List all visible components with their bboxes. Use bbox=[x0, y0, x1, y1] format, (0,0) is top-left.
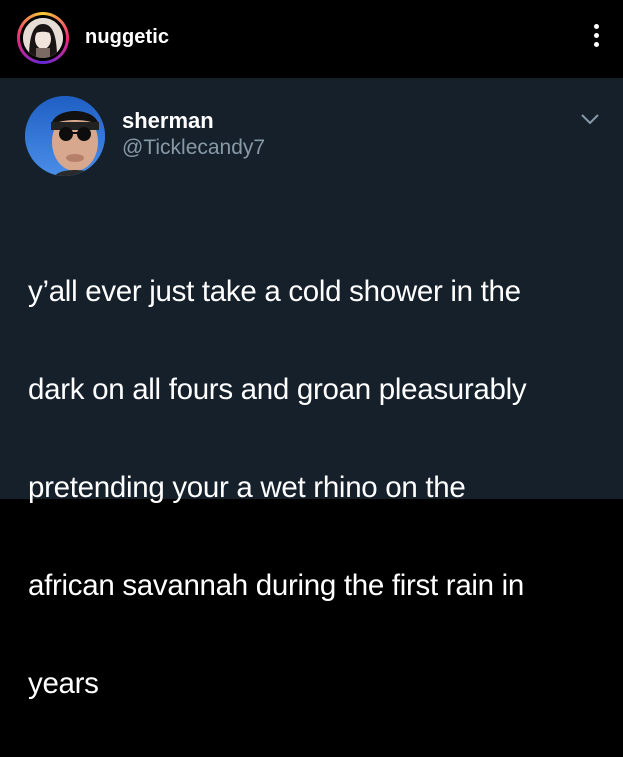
instagram-username[interactable]: nuggetic bbox=[85, 26, 169, 49]
tweet-card: sherman @Ticklecandy7 y’all ever just ta… bbox=[0, 78, 623, 700]
tweet-text-line: y’all ever just take a cold shower in th… bbox=[28, 275, 521, 308]
instagram-avatar[interactable] bbox=[20, 15, 66, 61]
story-ring[interactable] bbox=[17, 12, 69, 64]
tweet-text-line: years bbox=[28, 667, 99, 700]
instagram-post-header: nuggetic bbox=[0, 0, 623, 78]
vertical-ellipsis-icon[interactable] bbox=[591, 24, 601, 54]
tweet-text-line: pretending your a wet rhino on the bbox=[28, 471, 466, 504]
tweet-text-line: african savannah during the first rain i… bbox=[28, 569, 525, 602]
tweet-text: y’all ever just take a cold shower in th… bbox=[28, 218, 598, 757]
chevron-down-icon[interactable] bbox=[580, 112, 600, 126]
tweet-display-name[interactable]: sherman bbox=[122, 108, 214, 134]
tweet-text-line: dark on all fours and groan pleasurably bbox=[28, 373, 527, 406]
tweet-avatar[interactable] bbox=[25, 96, 105, 176]
avatar-image bbox=[23, 18, 63, 58]
tweet-handle[interactable]: @Ticklecandy7 bbox=[122, 136, 265, 160]
